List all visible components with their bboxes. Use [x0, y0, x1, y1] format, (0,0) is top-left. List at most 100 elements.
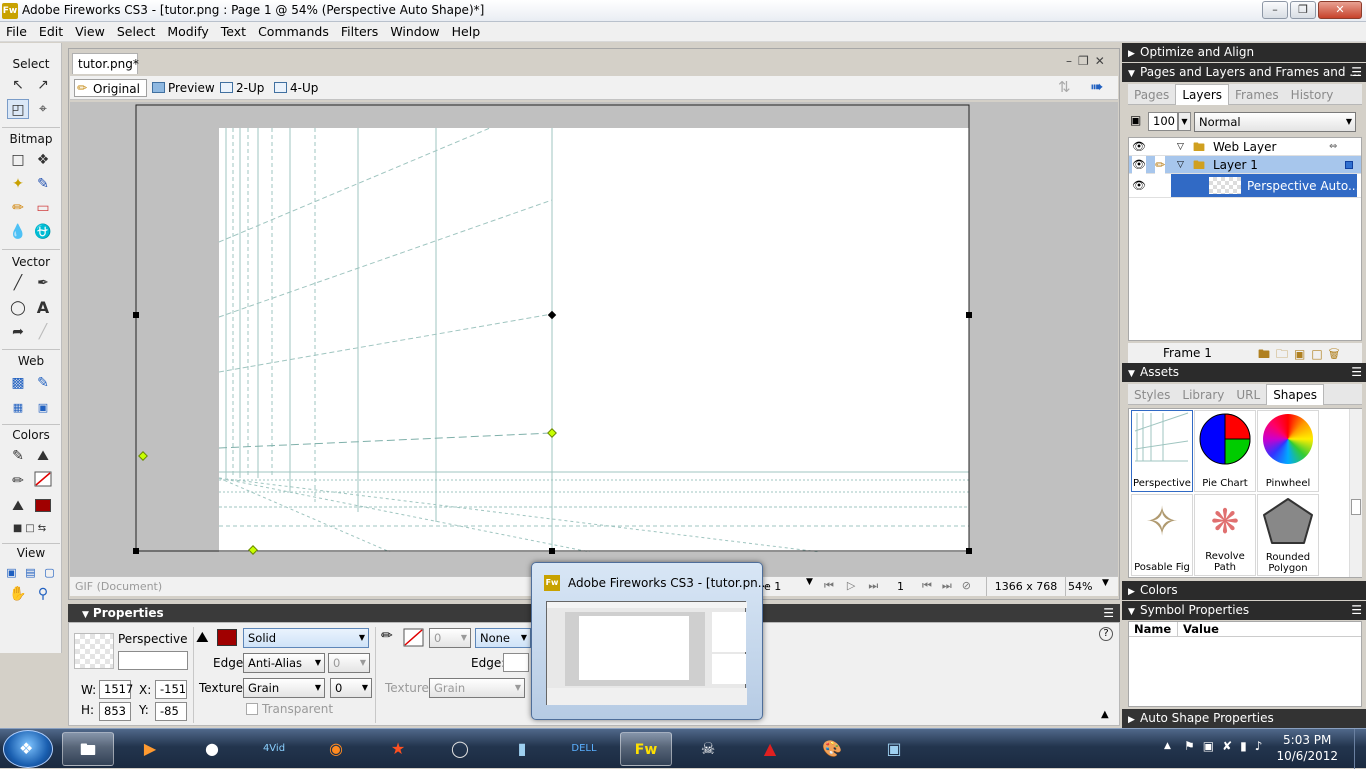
menu-commands[interactable]: Commands	[252, 22, 335, 42]
doc-window-controls[interactable]: –❐✕	[1066, 54, 1111, 68]
darth-vader-icon[interactable]: ☠	[682, 732, 734, 766]
show-desktop-button[interactable]	[1354, 729, 1366, 769]
opacity-field[interactable]: 100	[1148, 112, 1178, 131]
tray-expand-icon[interactable]: ▲	[1164, 741, 1171, 751]
original-view-button[interactable]: ✏ Original	[74, 79, 147, 97]
tab-shapes[interactable]: Shapes	[1266, 384, 1325, 405]
blur-tool-icon[interactable]: 💧	[7, 222, 29, 242]
four-up-view-button[interactable]: 4-Up	[272, 79, 318, 97]
colors-panel-header[interactable]: ▶ Colors	[1122, 581, 1366, 600]
lasso-tool-icon[interactable]: ❖	[32, 150, 54, 170]
media-player-icon[interactable]: ▶	[124, 732, 176, 766]
frame-step-controls[interactable]: ⏮⏭⊘	[922, 579, 981, 593]
fill-bucket-icon[interactable]: ⛰	[7, 496, 29, 516]
playback-controls[interactable]: ⏮▷⏭	[824, 579, 891, 593]
pen-tool-icon[interactable]: ✒	[32, 273, 54, 293]
photo-icon[interactable]: ●	[186, 732, 238, 766]
canvas-drawing[interactable]	[70, 102, 1118, 576]
frame-dropdown-icon[interactable]: ▼	[806, 577, 813, 587]
brush-tool-icon[interactable]: ✎	[32, 174, 54, 194]
fireworks-icon[interactable]: Fw	[620, 732, 672, 766]
maximize-button[interactable]: ❐	[1290, 1, 1316, 19]
subselect-tool-icon[interactable]: ↗	[32, 75, 54, 95]
close-button[interactable]: ✕	[1318, 1, 1362, 19]
slice-tool-icon[interactable]: ✎	[32, 373, 54, 393]
menu-file[interactable]: File	[0, 22, 33, 42]
tab-url[interactable]: URL	[1230, 385, 1266, 405]
4video-icon[interactable]: 4Vid	[248, 732, 300, 766]
shape-pinwheel[interactable]: Pinwheel	[1257, 410, 1319, 492]
object-name-field[interactable]	[118, 651, 188, 670]
scale-tool-icon[interactable]: ◰	[7, 99, 29, 119]
blend-mode-select[interactable]: Normal	[1194, 112, 1356, 132]
menu-help[interactable]: Help	[446, 22, 487, 42]
start-button[interactable]: ❖	[3, 730, 53, 768]
firefox-icon[interactable]: ◉	[310, 732, 362, 766]
panel-menu-icon[interactable]: ☰	[1351, 363, 1362, 382]
eye-icon[interactable]: 👁	[1132, 138, 1146, 156]
share-layer-icon[interactable]: ⇔	[1329, 138, 1337, 156]
fill-color-swatch[interactable]	[217, 629, 237, 646]
tab-frames[interactable]: Frames	[1229, 85, 1285, 105]
menu-text[interactable]: Text	[215, 22, 252, 42]
layer-row-selected[interactable]: 👁 ✏ ▽ 🖿 Layer 1	[1129, 156, 1361, 174]
symbol-properties-header[interactable]: ▼ Symbol Properties ☰	[1122, 601, 1366, 620]
two-up-view-button[interactable]: 2-Up	[218, 79, 264, 97]
menu-window[interactable]: Window	[384, 22, 445, 42]
full-screen-menus-icon[interactable]: ▤	[21, 563, 40, 583]
texture-select[interactable]: Grain	[243, 678, 325, 698]
stroke-color-icon[interactable]: ✏	[7, 471, 29, 491]
optimize-panel-header[interactable]: ▶ Optimize and Align	[1122, 43, 1366, 62]
object-row[interactable]: 👁 Perspective Auto...	[1129, 174, 1361, 198]
shape-perspective[interactable]: Perspective	[1131, 410, 1193, 492]
eraser-tool-icon[interactable]: ▭	[32, 198, 54, 218]
transparent-checkbox[interactable]	[246, 703, 258, 715]
display-icon[interactable]: ▣	[868, 732, 920, 766]
stroke-edge-field[interactable]	[503, 653, 529, 672]
y-field[interactable]: -85	[155, 702, 187, 721]
app-icon[interactable]: ▮	[496, 732, 548, 766]
tab-layers[interactable]: Layers	[1175, 84, 1230, 105]
menu-modify[interactable]: Modify	[161, 22, 214, 42]
stroke-size-field[interactable]: 0	[429, 628, 471, 648]
magic-wand-tool-icon[interactable]: ✦	[7, 174, 29, 194]
shape-pie-chart[interactable]: Pie Chart	[1194, 410, 1256, 492]
menu-select[interactable]: Select	[111, 22, 162, 42]
fill-type-select[interactable]: Solid	[243, 628, 369, 648]
paint-icon[interactable]: 🎨	[806, 732, 858, 766]
tray-icons[interactable]: ⚑▣✘▮♪	[1184, 739, 1270, 753]
explorer-icon[interactable]: 🖿	[62, 732, 114, 766]
panel-menu-icon[interactable]: ☰	[1351, 601, 1362, 620]
pages-layers-panel-header[interactable]: ▼ Pages and Layers and Frames and ... ☰	[1122, 63, 1366, 82]
eye-icon[interactable]: 👁	[1132, 156, 1146, 174]
opacity-dropdown-icon[interactable]: ▼	[1178, 112, 1191, 131]
edge-select[interactable]: Anti-Alias	[243, 653, 325, 673]
scrollbar-thumb[interactable]	[1351, 499, 1361, 515]
fill-color-swatch[interactable]	[32, 496, 54, 516]
x-field[interactable]: -151	[155, 680, 187, 699]
crop-tool-icon[interactable]: ⌖	[32, 99, 54, 119]
panel-menu-icon[interactable]: ☰	[1103, 604, 1114, 622]
canvas-area[interactable]	[70, 102, 1118, 576]
freeform-tool-icon[interactable]: ➦	[7, 322, 29, 342]
zoom-dropdown-icon[interactable]: ▼	[1102, 578, 1109, 588]
edit-pencil-icon[interactable]: ✏	[1155, 156, 1166, 174]
tab-styles[interactable]: Styles	[1128, 385, 1176, 405]
zoom-tool-icon[interactable]: ⚲	[32, 584, 54, 604]
minimize-button[interactable]: –	[1262, 1, 1288, 19]
panel-menu-icon[interactable]: ☰	[1351, 63, 1362, 82]
stroke-color-swatch[interactable]	[403, 628, 425, 647]
menu-edit[interactable]: Edit	[33, 22, 69, 42]
auto-shape-properties-header[interactable]: ▶ Auto Shape Properties	[1122, 709, 1366, 728]
document-tab[interactable]: tutor.png*	[72, 53, 139, 74]
preview-view-button[interactable]: Preview	[150, 79, 215, 97]
ellipse-tool-icon[interactable]: ◯	[7, 298, 29, 318]
standard-screen-icon[interactable]: ▣	[2, 563, 21, 583]
texture-value[interactable]: 0	[330, 678, 372, 698]
tab-pages[interactable]: Pages	[1128, 85, 1175, 105]
layer-row[interactable]: 👁 ▽ 🖿 Web Layer ⇔	[1129, 138, 1361, 156]
shape-revolve-path[interactable]: ❋ Revolve Path	[1194, 494, 1256, 576]
game-icon[interactable]: ★	[372, 732, 424, 766]
assets-panel-header[interactable]: ▼ Assets ☰	[1122, 363, 1366, 382]
tab-library[interactable]: Library	[1176, 385, 1230, 405]
